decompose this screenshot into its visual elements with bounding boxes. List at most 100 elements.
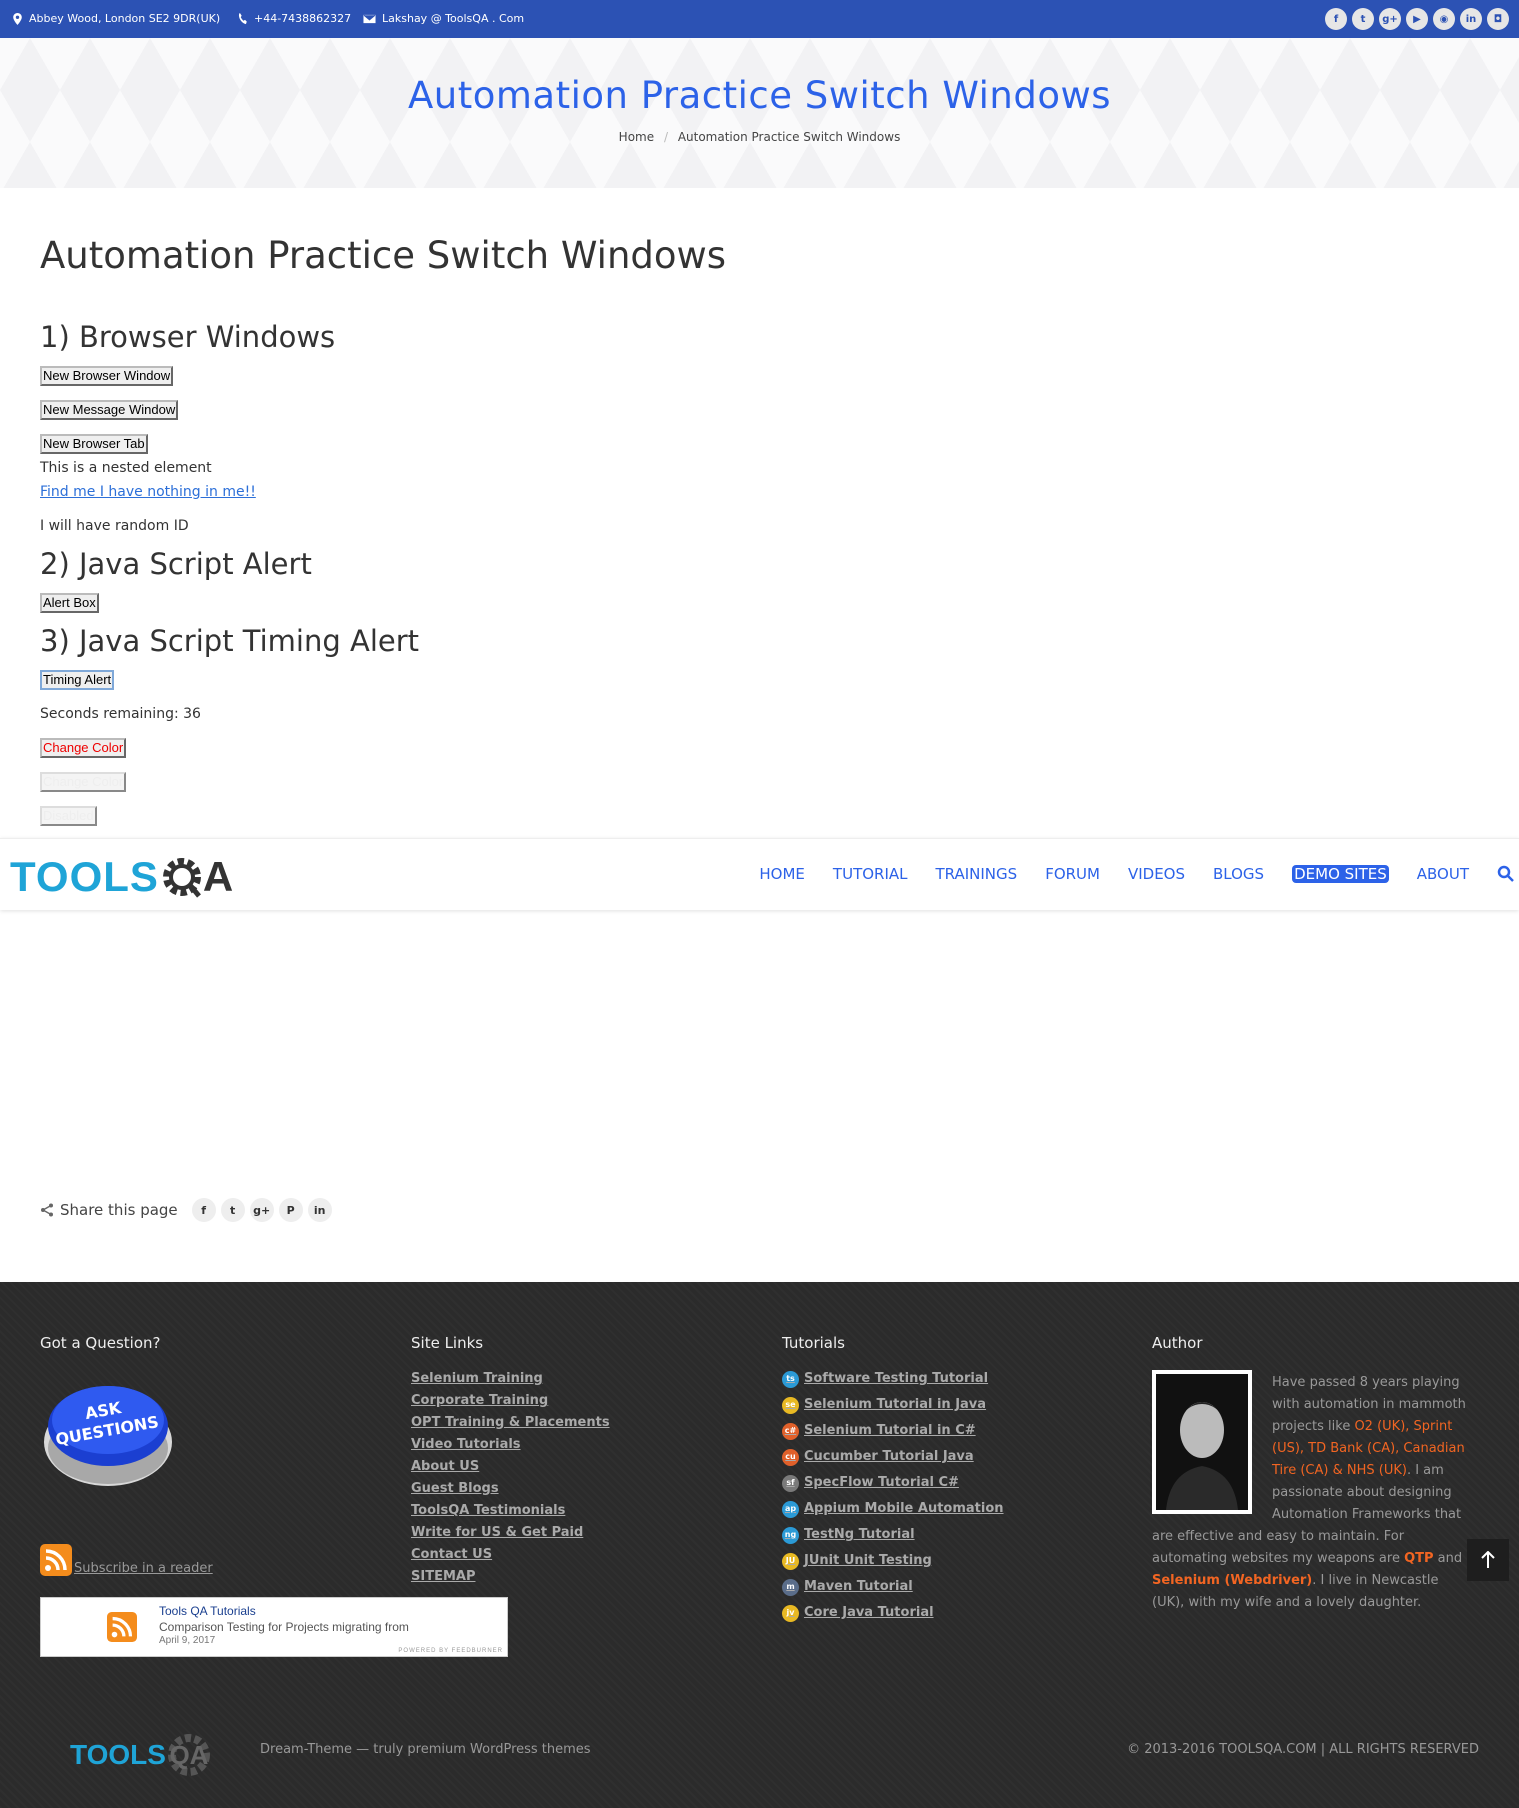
feedburner-widget[interactable]: Tools QA Tutorials Comparison Testing fo… [40, 1597, 508, 1657]
tutorial-link[interactable]: m Maven Tutorial [782, 1574, 1004, 1600]
nav-home[interactable]: HOME [759, 865, 805, 883]
logo-qa-text: A [159, 853, 233, 901]
new-browser-window-button[interactable]: New Browser Window [40, 366, 174, 386]
footer-logo-qa: QA [166, 1732, 212, 1778]
nav-videos[interactable]: VIDEOS [1128, 865, 1185, 883]
arrow-up-icon [1481, 1551, 1495, 1568]
tutorial-link[interactable]: sf SpecFlow Tutorial C# [782, 1470, 1004, 1496]
tutorial-link[interactable]: c# Selenium Tutorial in C# [782, 1418, 1004, 1444]
breadcrumb-separator: / [663, 130, 668, 144]
phone-info: +44-7438862327 [237, 12, 351, 25]
find-me-link[interactable]: Find me I have nothing in me!! [40, 484, 256, 500]
footer-copyright: © 2013-2016 TOOLSQA.COM | ALL RIGHTS RES… [1127, 1742, 1479, 1757]
footer-theme-credit[interactable]: Dream-Theme — truly premium WordPress th… [260, 1742, 591, 1757]
tutorial-link[interactable]: ts Software Testing Tutorial [782, 1366, 1004, 1392]
footer-col-author: Author Have passed 8 years playing with … [1152, 1334, 1472, 1614]
footer-link-video-tutorials[interactable]: Video Tutorials [411, 1434, 610, 1456]
nav-demo-sites[interactable]: DEMO SITES [1292, 865, 1389, 883]
scroll-to-top-button[interactable] [1467, 1539, 1509, 1581]
tutorial-link[interactable]: jv Core Java Tutorial [782, 1600, 1004, 1626]
tutorial-label: Cucumber Tutorial Java [804, 1449, 974, 1464]
breadcrumb-current: Automation Practice Switch Windows [677, 130, 901, 144]
facebook-icon[interactable]: f [1325, 8, 1347, 30]
footer-col-tutorials: Tutorials ts Software Testing Tutorial se S… [782, 1334, 1004, 1626]
rss-icon [107, 1612, 137, 1642]
search-icon[interactable] [1497, 865, 1515, 883]
footer-link-corporate-training[interactable]: Corporate Training [411, 1390, 610, 1412]
tutorial-label: Maven Tutorial [804, 1579, 913, 1594]
toolsqa-logo[interactable]: TOOLS A [10, 853, 233, 901]
change-color-faded-button[interactable]: Change Color [40, 772, 127, 792]
footer-link-contact-us[interactable]: Contact US [411, 1544, 610, 1566]
tutorial-icon: jv [782, 1604, 799, 1622]
tutorial-label: JUnit Unit Testing [804, 1553, 932, 1568]
section-timing-alert: 3) Java Script Timing Alert [40, 624, 420, 658]
twitter-icon[interactable]: t [1352, 8, 1374, 30]
tutorial-icon: ts [782, 1370, 799, 1388]
tutorial-link[interactable]: ap Appium Mobile Automation [782, 1496, 1004, 1522]
author-photo [1152, 1370, 1252, 1514]
feed-item[interactable]: Comparison Testing for Projects migratin… [159, 1620, 409, 1634]
linkedin-icon[interactable]: in [1460, 8, 1482, 30]
section-js-alert: 2) Java Script Alert [40, 547, 312, 581]
footer: Got a Question? ASK QUESTIONS Subscribe … [0, 1282, 1519, 1808]
phone-text: +44-7438862327 [254, 12, 352, 25]
pinterest-icon[interactable]: P [278, 1198, 303, 1222]
subscribe-link[interactable]: Subscribe in a reader [74, 1561, 213, 1576]
footer-link-sitemap[interactable]: SITEMAP [411, 1566, 610, 1588]
ask-questions-icon: ASK QUESTIONS [44, 1386, 172, 1486]
nav-blogs[interactable]: BLOGS [1213, 865, 1264, 883]
timing-alert-button[interactable]: Timing Alert [40, 670, 115, 690]
nav-tutorial[interactable]: TUTORIAL [833, 865, 908, 883]
footer-logo[interactable]: TOOLS QA [70, 1732, 212, 1778]
youtube-icon[interactable]: ▶ [1406, 8, 1428, 30]
rss-icon[interactable] [40, 1544, 72, 1576]
google-plus-icon[interactable]: g+ [249, 1198, 274, 1222]
instagram-icon[interactable]: ◘ [1487, 8, 1509, 30]
ask-questions-button[interactable]: ASK QUESTIONS [40, 1372, 176, 1492]
footer-link-write-for-us[interactable]: Write for US & Get Paid [411, 1522, 610, 1544]
feed-title[interactable]: Tools QA Tutorials [159, 1604, 256, 1618]
new-browser-tab-button[interactable]: New Browser Tab [40, 434, 148, 454]
tutorial-icon: cu [782, 1448, 799, 1466]
subscribe-row: Subscribe in a reader [40, 1544, 213, 1576]
email-text: Lakshay @ ToolsQA . Com [382, 12, 525, 25]
footer-link-testimonials[interactable]: ToolsQA Testimonials [411, 1500, 610, 1522]
tutorial-label: Selenium Tutorial in Java [804, 1397, 987, 1412]
tutorial-icon: sf [782, 1474, 799, 1492]
alert-box-button[interactable]: Alert Box [40, 593, 99, 613]
google-plus-icon[interactable]: g+ [1379, 8, 1401, 30]
footer-link-selenium-training[interactable]: Selenium Training [411, 1368, 610, 1390]
footer-col-question: Got a Question? ASK QUESTIONS Subscribe … [40, 1334, 213, 1576]
nav-forum[interactable]: FORUM [1045, 865, 1100, 883]
feed-powered: POWERED BY FEEDBURNER [398, 1648, 503, 1654]
footer-link-guest-blogs[interactable]: Guest Blogs [411, 1478, 610, 1500]
tutorial-link[interactable]: ng TestNg Tutorial [782, 1522, 1004, 1548]
tutorial-label: Appium Mobile Automation [804, 1501, 1004, 1516]
tutorial-link[interactable]: se Selenium Tutorial in Java [782, 1392, 1004, 1418]
tutorial-icon: ng [782, 1526, 799, 1544]
nested-element-text: This is a nested element [40, 460, 212, 476]
breadcrumb-home[interactable]: Home [619, 130, 654, 144]
tutorial-list: ts Software Testing Tutorial se Selenium Tu… [782, 1366, 1004, 1626]
breadcrumb: Home / Automation Practice Switch Window… [0, 130, 1519, 144]
linkedin-icon[interactable]: in [307, 1198, 332, 1222]
twitter-icon[interactable]: t [220, 1198, 245, 1222]
tutorial-link[interactable]: cu Cucumber Tutorial Java [782, 1444, 1004, 1470]
footer-link-about-us[interactable]: About US [411, 1456, 610, 1478]
footer-link-opt-training[interactable]: OPT Training & Placements [411, 1412, 610, 1434]
nav-about[interactable]: ABOUT [1417, 865, 1469, 883]
footer-col-site-links: Site Links Selenium Training Corporate T… [411, 1334, 610, 1588]
change-color-button[interactable]: Change Color [40, 738, 127, 758]
author-portrait-icon [1156, 1374, 1248, 1510]
new-message-window-button[interactable]: New Message Window [40, 400, 179, 420]
tutorial-link[interactable]: JU JUnit Unit Testing [782, 1548, 1004, 1574]
nav-trainings[interactable]: TRAININGS [936, 865, 1018, 883]
mail-icon [363, 13, 376, 24]
seconds-remaining-text: Seconds remaining: 36 [40, 706, 201, 722]
facebook-icon[interactable]: f [191, 1198, 216, 1222]
author-and: and [1433, 1551, 1463, 1566]
rss-icon[interactable]: ◉ [1433, 8, 1455, 30]
footer-tutorials-title: Tutorials [782, 1334, 845, 1352]
share-icons: f t g+ P in [191, 1198, 332, 1222]
